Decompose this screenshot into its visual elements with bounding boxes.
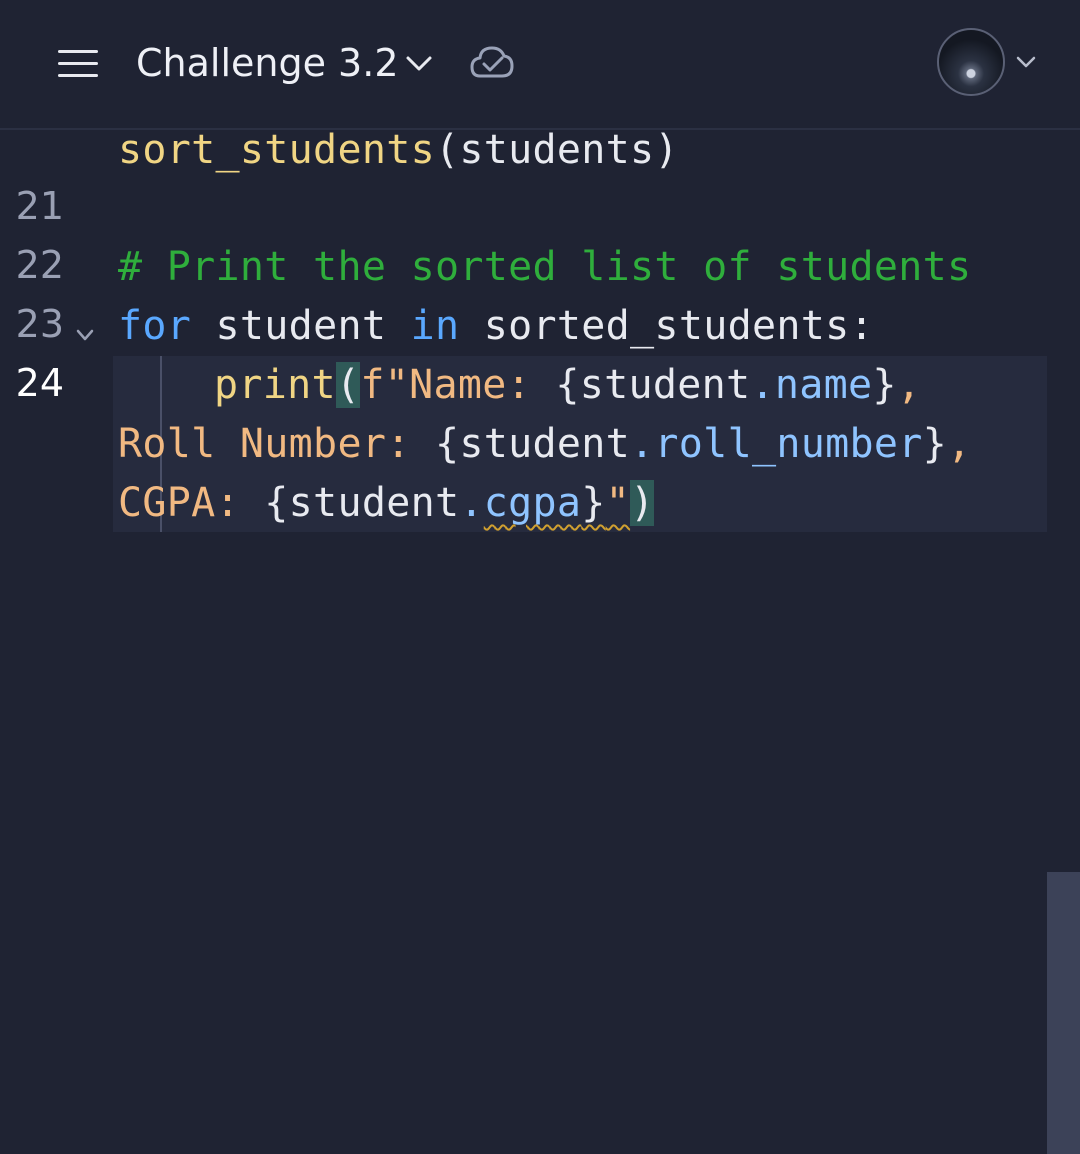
code-token: print: [214, 362, 336, 408]
code-keyword: in: [410, 303, 460, 349]
avatar[interactable]: [937, 28, 1005, 96]
code-token: }: [581, 480, 606, 526]
top-bar: Challenge 3.2: [0, 0, 1080, 130]
line-number: 24: [15, 361, 64, 405]
code-token: ,: [896, 362, 922, 408]
code-token: cgpa: [483, 480, 582, 526]
cloud-check-icon[interactable]: [468, 40, 516, 86]
code-token: (: [335, 362, 361, 408]
code-token: .: [459, 480, 484, 526]
code-token: ,: [947, 421, 972, 467]
code-token: {student: [264, 480, 460, 526]
chevron-down-icon[interactable]: [1012, 48, 1040, 76]
code-token: {student: [555, 362, 751, 408]
code-token: .: [630, 421, 655, 467]
fold-chevron-icon[interactable]: [74, 326, 96, 344]
line-number: 23: [15, 302, 64, 346]
line-number: 22: [15, 243, 64, 287]
code-comment: # Print the sorted list of students: [118, 244, 972, 290]
code-line-24-wrap-1[interactable]: Roll Number: {student.roll_number},: [118, 424, 971, 464]
code-token: f"Name:: [360, 362, 556, 408]
code-token: sorted_students:: [459, 303, 874, 349]
code-token: student: [191, 303, 411, 349]
scrollbar[interactable]: [1047, 872, 1080, 1154]
code-token: name: [774, 362, 873, 408]
code-token: Roll Number:: [118, 421, 435, 467]
chevron-down-icon[interactable]: [400, 46, 438, 80]
code-token: ": [605, 480, 631, 526]
code-keyword: for: [118, 303, 192, 349]
code-line-20-fragment[interactable]: sort_students(students): [118, 130, 679, 170]
page-title[interactable]: Challenge 3.2: [136, 38, 399, 88]
code-token: {student: [434, 421, 631, 467]
code-token: ): [630, 480, 655, 526]
code-token: roll_number: [654, 421, 923, 467]
code-line-23[interactable]: for student in sorted_students:: [118, 306, 874, 346]
code-token: CGPA:: [118, 480, 265, 526]
code-token: (students): [434, 127, 679, 173]
code-token: sort_students: [118, 127, 435, 173]
line-number: 21: [15, 184, 64, 228]
code-token: }: [922, 421, 948, 467]
code-line-24-wrap-2[interactable]: CGPA: {student.cgpa}"): [118, 480, 655, 526]
code-token: }: [872, 362, 897, 408]
code-line-22[interactable]: # Print the sorted list of students: [118, 247, 971, 287]
code-line-24[interactable]: print(f"Name: {student.name},: [214, 362, 922, 408]
hamburger-menu-icon[interactable]: [54, 44, 104, 84]
code-token: .: [750, 362, 775, 408]
code-editor[interactable]: sort_students(students) 21 22 # Print th…: [0, 130, 1080, 1154]
